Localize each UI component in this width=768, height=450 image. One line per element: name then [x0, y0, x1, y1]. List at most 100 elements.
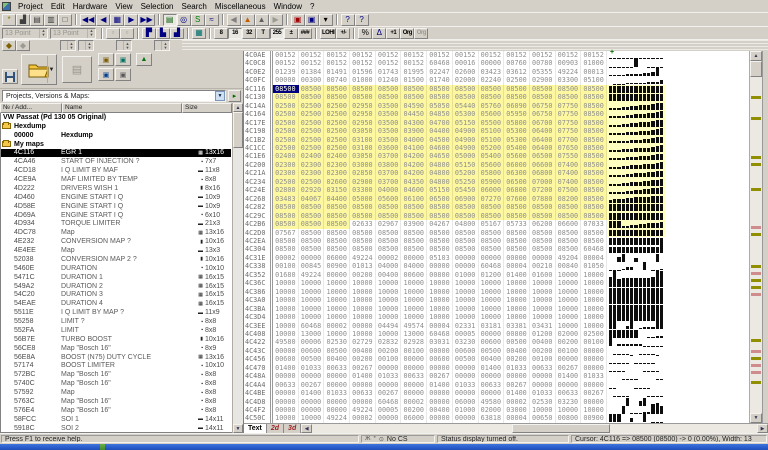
hex-cell[interactable]: 00000 [401, 381, 427, 389]
hex-cell[interactable]: 03500 [376, 136, 402, 144]
hex-cell[interactable]: 10000 [427, 296, 453, 304]
hex-cell[interactable]: 08500 [581, 144, 607, 152]
hex-cell[interactable]: 00000 [273, 347, 299, 355]
hex-cell[interactable]: 03150 [324, 186, 350, 194]
hex-cell[interactable]: 00000 [556, 381, 582, 389]
hex-cell[interactable]: 05100 [479, 136, 505, 144]
hex-cell[interactable]: 00000 [504, 254, 530, 262]
hex-cell[interactable]: 00200 [504, 355, 530, 363]
hex-cell[interactable]: 00845 [299, 262, 325, 270]
hex-cell[interactable]: 02240 [479, 76, 505, 84]
hex-cell[interactable]: 00000 [324, 406, 350, 414]
view-sign-button[interactable]: ± [284, 28, 298, 39]
hex-cell[interactable]: 10000 [273, 313, 299, 321]
hex-cell[interactable]: 02920 [299, 186, 325, 194]
hex-cell[interactable]: 00200 [350, 355, 376, 363]
hex-cell[interactable]: 02500 [324, 110, 350, 118]
hex-cell[interactable]: 01033 [581, 372, 607, 380]
bits-text-button[interactable]: T [256, 28, 270, 39]
hex-cell[interactable]: 08500 [324, 85, 350, 93]
compare-button[interactable]: ≈ [205, 14, 219, 26]
hex-cell[interactable]: 08500 [401, 212, 427, 220]
hex-cell[interactable]: 04000 [401, 262, 427, 270]
hex-cell[interactable]: 00000 [350, 322, 376, 330]
hex-cell[interactable]: 00760 [504, 59, 530, 67]
menu-search[interactable]: Search [178, 1, 211, 12]
hex-cell[interactable]: 00152 [581, 51, 607, 59]
hex-cell[interactable]: 00100 [530, 355, 556, 363]
hex-cell[interactable]: 08500 [530, 212, 556, 220]
hex-cell[interactable]: 00600 [427, 355, 453, 363]
hex-cell[interactable]: 05600 [479, 161, 505, 169]
column-header-name[interactable]: Name [62, 103, 182, 113]
hex-cell[interactable]: 08500 [324, 93, 350, 101]
hex-cell[interactable]: 10000 [427, 305, 453, 313]
hex-cell[interactable]: 08500 [324, 203, 350, 211]
hex-cell[interactable]: 08500 [401, 93, 427, 101]
hex-cell[interactable]: 10000 [479, 296, 505, 304]
hex-cell[interactable]: 00152 [350, 59, 376, 67]
view-decimal-button[interactable]: 255 [270, 28, 284, 39]
hex-cell[interactable]: 00002 [273, 254, 299, 262]
hex-cell[interactable]: 00633 [401, 372, 427, 380]
hex-cell[interactable]: 10000 [299, 296, 325, 304]
hex-cell[interactable]: 03050 [350, 152, 376, 160]
hex-cell[interactable]: 00500 [299, 355, 325, 363]
hex-cell[interactable]: 08500 [530, 93, 556, 101]
hex-cell[interactable]: 03230 [556, 398, 582, 406]
hex-cell[interactable]: 08500 [581, 85, 607, 93]
map-row[interactable]: 4E4EEMap▬13x3 [1, 246, 231, 255]
hex-cell[interactable]: 00016 [453, 59, 479, 67]
hex-cell[interactable]: 07750 [556, 127, 582, 135]
hex-cell[interactable]: 10000 [376, 296, 402, 304]
hex-cell[interactable]: 05733 [504, 220, 530, 228]
hex-cell[interactable]: 10000 [324, 279, 350, 287]
hex-cell[interactable]: 06800 [530, 169, 556, 177]
vscroll-track[interactable] [750, 61, 762, 413]
color-grid-button[interactable]: ▦ [192, 28, 206, 39]
hex-cell[interactable]: 05167 [479, 220, 505, 228]
hex-cell[interactable]: 00002 [350, 414, 376, 422]
hex-cell[interactable]: 00000 [273, 372, 299, 380]
hex-cell[interactable]: 00600 [299, 347, 325, 355]
hex-cell[interactable]: 00400 [427, 406, 453, 414]
hex-cell[interactable]: 00000 [427, 414, 453, 422]
hex-cell[interactable]: 08500 [504, 212, 530, 220]
hex-cell[interactable]: 00903 [556, 59, 582, 67]
hex-cell[interactable]: 01491 [324, 68, 350, 76]
hex-cell[interactable]: 01033 [504, 364, 530, 372]
hex-cell[interactable]: 00152 [556, 51, 582, 59]
hex-cell[interactable]: 04650 [427, 152, 453, 160]
hex-cell[interactable]: 04000 [401, 136, 427, 144]
map-list-scrollbar[interactable]: ▲ ▼ [232, 103, 243, 433]
hex-cell[interactable]: 05440 [453, 102, 479, 110]
window-list-dropdown-button[interactable]: ▾ [319, 14, 333, 26]
show-original-button[interactable]: Org [400, 28, 414, 39]
hex-cell[interactable]: 08500 [273, 93, 299, 101]
hex-cell[interactable]: 08500 [401, 229, 427, 237]
hex-cell[interactable]: 03230 [453, 338, 479, 346]
hex-cell[interactable]: 04900 [453, 136, 479, 144]
map-row[interactable]: 576E4Map "Bosch 16"▪8x8 [1, 406, 231, 415]
vscroll-thumb[interactable] [750, 61, 762, 77]
hex-cell[interactable]: 00000 [504, 372, 530, 380]
hex-cell[interactable]: 10000 [581, 271, 607, 279]
hex-cell[interactable]: 01200 [479, 271, 505, 279]
hex-cell[interactable]: 00600 [453, 347, 479, 355]
hex-cell[interactable]: 00210 [530, 262, 556, 270]
hex-cell[interactable]: 00500 [504, 338, 530, 346]
hex-cell[interactable]: 05400 [479, 152, 505, 160]
map-row[interactable]: 5511EI Q LIMIT BY MAP ?▬11x9 [1, 308, 231, 317]
hex-cell[interactable]: 10000 [273, 330, 299, 338]
hex-cell[interactable]: 49224 [324, 414, 350, 422]
hex-cell[interactable]: 00000 [376, 414, 402, 422]
hex-cell[interactable]: 04350 [401, 178, 427, 186]
hex-cell[interactable]: 08500 [504, 85, 530, 93]
folder-row[interactable]: My maps [1, 140, 231, 149]
hex-cell[interactable]: 03300 [350, 186, 376, 194]
hex-cell[interactable]: 00000 [299, 372, 325, 380]
hex-cell[interactable]: 00152 [427, 51, 453, 59]
hex-cell[interactable]: 10000 [453, 288, 479, 296]
hex-cell[interactable]: 49224 [556, 68, 582, 76]
hex-cell[interactable]: 00000 [427, 262, 453, 270]
